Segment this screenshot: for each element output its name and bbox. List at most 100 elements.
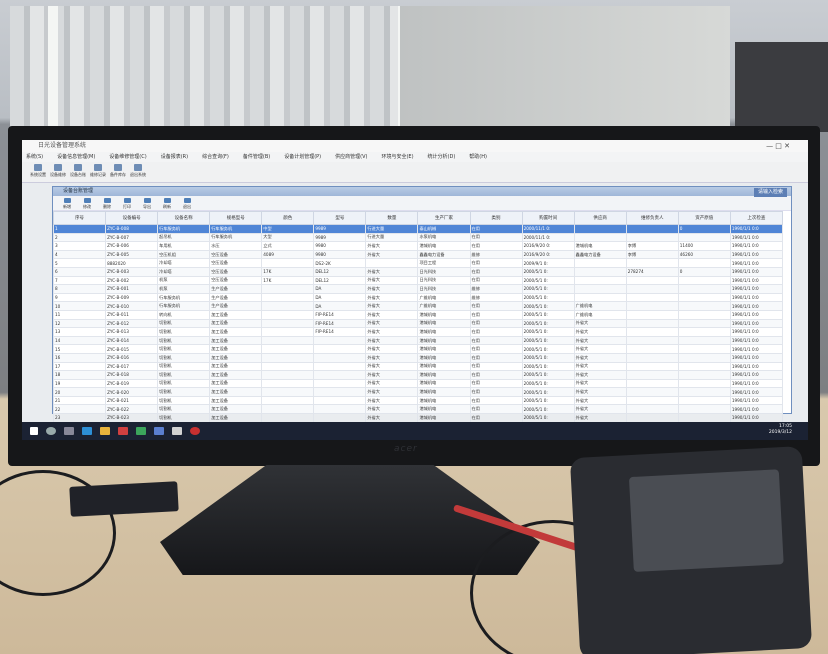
menu-item[interactable]: 综合查询(F): [202, 154, 229, 160]
table-row[interactable]: 9 ZYC-B-009 行车服务机 生产设备 DA 外省大 广维机电 维修 2000/5/1 0…: [52, 292, 784, 303]
subwindow-tool-button[interactable]: 修改: [77, 196, 97, 210]
search-box[interactable]: 请输入检索: [753, 188, 787, 197]
tool-icon: [103, 198, 111, 203]
menu-item[interactable]: 备件管理(B): [243, 154, 270, 160]
table-row[interactable]: 7 ZYC-B-002 机泵 空压设备 17K DEL12 外省大 日光科技 在用 2000/5/…: [52, 275, 784, 286]
table-cell: [625, 344, 679, 354]
table-row[interactable]: 20 ZYC-B-020 切割机 加工设备 外省大 港城机电 在用 2000/5/1 0: 外省…: [52, 387, 784, 397]
subwindow-tool-button[interactable]: 导出: [137, 196, 157, 210]
menu-item[interactable]: 统计分析(D): [428, 154, 456, 160]
table-cell: [261, 292, 315, 303]
table-row[interactable]: 12 ZYC-B-012 切割机 加工设备 FIP-RE14 外省大 港城机电 在用 2000/…: [52, 318, 784, 329]
menu-item[interactable]: 系统(S): [26, 154, 43, 160]
table-row[interactable]: 1 ZYC-B-008 行车服务机 行车服务机 中型 9989 行进大量 泰山机械 在用 2000…: [52, 224, 784, 234]
table-row[interactable]: 13 ZYC-B-013 切割机 加工设备 FIP-RE14 外省大 港城机电 在用 2000/…: [52, 327, 784, 337]
subwindow-tool-button[interactable]: 退出: [177, 196, 197, 210]
table-cell: ZYC-B-003: [105, 266, 159, 277]
taskbar-clock[interactable]: 17:05 2019/3/12: [769, 424, 792, 436]
column-header[interactable]: 供应商: [573, 211, 627, 225]
monitor-screen: 日光设备管理系统 — □ ✕ 系统(S) 设备信息管理(M) 设备维修管理(C) 设备…: [22, 140, 808, 440]
table-cell: ZYC-B-001: [105, 284, 159, 294]
toolbar-button[interactable]: 维修记录: [88, 162, 108, 182]
toolbar-button[interactable]: 系统设置: [28, 162, 48, 182]
column-header[interactable]: 类别: [469, 211, 523, 225]
table-cell: 中型: [261, 224, 315, 234]
table-row[interactable]: 10 ZYC-B-010 行车服务机 生产设备 DA 外省大 广维机电 在用 2000/5/1 …: [52, 301, 784, 311]
office-wall: [400, 6, 730, 131]
column-header[interactable]: 规格型号: [209, 211, 263, 225]
column-header[interactable]: 序号: [52, 211, 107, 225]
table-row[interactable]: 16 ZYC-B-016 切割机 加工设备 外省大 港城机电 在用 2000/5/1 0: 外省…: [52, 352, 784, 363]
table-cell: [677, 413, 731, 423]
table-cell: 5: [52, 258, 107, 268]
column-header[interactable]: 维修负责人: [625, 211, 679, 225]
app-icon[interactable]: [154, 427, 164, 435]
table-cell: [261, 404, 315, 415]
app-icon[interactable]: [190, 427, 200, 435]
table-row[interactable]: 22 ZYC-B-022 切割机 加工设备 外省大 港城机电 在用 2000/5/1 0: 外省…: [52, 404, 784, 415]
table-cell: 在用: [469, 275, 523, 286]
menu-item[interactable]: 设备维修管理(C): [109, 154, 146, 160]
column-header[interactable]: 数量: [365, 211, 419, 225]
menu-item[interactable]: 供应商管理(V): [335, 154, 367, 160]
table-row[interactable]: 11 ZYC-B-011 转向机 加工设备 FIP-RE14 外省大 港城机电 在用 2000/…: [52, 309, 784, 320]
monitor-brand-logo: acer: [394, 444, 418, 454]
table-row[interactable]: 6 ZYC-B-003 冷却塔 空压设备 17K DEL12 外省大 日光科技 在用 2000/5…: [52, 266, 784, 277]
table-row[interactable]: 18 ZYC-B-018 切割机 加工设备 外省大 港城机电 在用 2000/5/1 0: 外省…: [52, 370, 784, 380]
table-cell: 2000/5/1 0:: [521, 275, 575, 286]
column-header[interactable]: 资产原值: [677, 211, 731, 225]
app-icon[interactable]: [172, 427, 182, 435]
table-row[interactable]: 8 ZYC-B-001 机泵 生产设备 DA 外省大 日光科技 维修 2000/5/1 0: 19…: [52, 284, 784, 294]
table-row[interactable]: 4 ZYC-B-005 空压机组 空压设备 4089 9980 外省大 鑫鑫电力设备 维修 201…: [52, 249, 784, 260]
toolbar-button[interactable]: 设备维修: [48, 162, 68, 182]
menu-item[interactable]: 设备计划管理(P): [284, 154, 321, 160]
table-cell: [625, 387, 679, 397]
file-explorer-icon[interactable]: [100, 427, 110, 435]
table-row[interactable]: 19 ZYC-B-019 切割机 加工设备 外省大 港城机电 在用 2000/5/1 0: 外省…: [52, 378, 784, 389]
menu-item[interactable]: 设备信息管理(M): [57, 154, 95, 160]
table-row[interactable]: 23 ZYC-B-023 切割机 加工设备 外省大 港城机电 在用 2000/5/1 0: 外省…: [52, 413, 784, 423]
table-cell: 1990/1/1 0:0: [729, 292, 784, 303]
app-icon[interactable]: [118, 427, 128, 435]
wechat-icon[interactable]: [136, 427, 146, 435]
table-cell: 1990/1/1 0:0: [729, 361, 784, 372]
subwindow-tool-button[interactable]: 删除: [97, 196, 117, 210]
table-cell: [261, 284, 315, 294]
table-row[interactable]: 3 ZYC-B-006 车用机 水压 立式 9980 外省大 港城机电 在用 2016/9/20 …: [52, 241, 784, 251]
column-header[interactable]: 购置时间: [521, 211, 575, 225]
table-cell: 1990/1/1 0:0: [729, 258, 784, 268]
edge-browser-icon[interactable]: [82, 427, 92, 435]
menu-item[interactable]: 环境与安全(E): [381, 154, 413, 160]
window-controls[interactable]: — □ ✕: [766, 140, 790, 152]
menu-item[interactable]: 帮助(H): [469, 154, 487, 160]
table-cell: [625, 352, 679, 363]
table-row[interactable]: 17 ZYC-B-017 切割机 加工设备 外省大 港城机电 在用 2000/5/1 0: 外省…: [52, 361, 784, 372]
start-icon[interactable]: [30, 427, 38, 435]
subwindow-tool-button[interactable]: 刷新: [157, 196, 177, 210]
table-cell: [677, 370, 731, 380]
column-header[interactable]: 设备编号: [105, 211, 159, 225]
table-row[interactable]: 14 ZYC-B-014 切割机 加工设备 外省大 港城机电 在用 2000/5/1 0: 外省…: [52, 335, 784, 346]
toolbar-button[interactable]: 设备台账: [68, 162, 88, 182]
table-cell: 0: [677, 224, 731, 234]
subwindow-tool-button[interactable]: 打印: [117, 196, 137, 210]
menu-item[interactable]: 设备报表(R): [161, 154, 188, 160]
task-view-icon[interactable]: [64, 427, 74, 435]
table-row[interactable]: 5 8882020 冷却塔 空压设备 DS2-2K 项目工程 在用 2009/9/1 0: 19…: [52, 258, 784, 268]
column-header[interactable]: 设备名称: [157, 211, 211, 225]
subwindow-tool-button[interactable]: 新增: [57, 196, 77, 210]
table-row[interactable]: 15 ZYC-B-015 切割机 加工设备 外省大 港城机电 在用 2000/5/1 0: 外省…: [52, 344, 784, 354]
table-row[interactable]: 21 ZYC-B-021 切割机 加工设备 外省大 港城机电 在用 2000/5/1 0: 外省…: [52, 395, 784, 406]
table-row[interactable]: 2 ZYC-B-007 起吊机 行车服务机 大型 9989 行进大量 水泵机电 在用 2000/1…: [52, 232, 784, 243]
table-cell: [625, 301, 679, 311]
column-header[interactable]: 颜色: [261, 211, 315, 225]
toolbar-icon: [134, 164, 142, 171]
table-cell: ZYC-B-017: [105, 361, 159, 372]
toolbar-button[interactable]: 备件库存: [108, 162, 128, 182]
toolbar-button[interactable]: 退出系统: [128, 162, 148, 182]
table-cell: 1: [52, 224, 107, 234]
column-header[interactable]: 生产厂家: [417, 211, 471, 225]
column-header[interactable]: 型号: [313, 211, 367, 225]
column-header[interactable]: 上次检查: [729, 211, 784, 225]
search-icon[interactable]: [46, 427, 56, 435]
